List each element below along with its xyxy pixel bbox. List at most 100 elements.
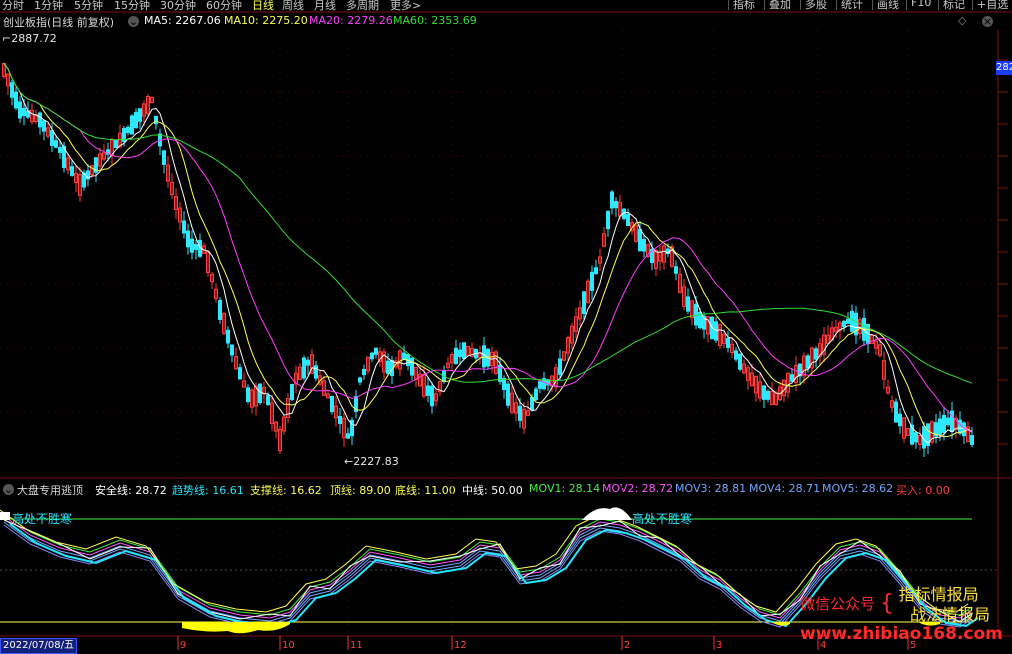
candle-body — [50, 130, 54, 146]
candle-body — [426, 385, 430, 396]
candle-body — [134, 111, 138, 129]
candle-body — [338, 415, 342, 425]
candle-body — [154, 115, 158, 125]
candle-body — [454, 347, 458, 365]
candle-body — [362, 368, 366, 376]
low-price-marker: ←2227.83 — [344, 455, 399, 468]
x-axis-label: 3 — [716, 640, 723, 651]
candle-body — [462, 342, 466, 360]
candle-body — [410, 357, 414, 376]
candle-body — [766, 390, 770, 400]
candle-body — [734, 350, 738, 360]
buy-zone-shape — [182, 622, 290, 634]
candle-body — [762, 385, 766, 400]
candle-body — [606, 210, 610, 230]
candle-body — [894, 401, 898, 423]
candle-body — [114, 139, 118, 149]
signal-label-left: 高处不胜寒 — [12, 512, 73, 526]
candle-body — [738, 353, 742, 370]
candle-body — [58, 147, 62, 153]
candle-body — [358, 377, 362, 383]
candle-body — [386, 360, 390, 375]
candle-body — [914, 432, 918, 443]
candle-body — [674, 266, 678, 274]
candle-body — [10, 82, 14, 98]
candle-body — [594, 267, 598, 275]
candle-body — [238, 367, 242, 380]
candle-body — [306, 359, 310, 366]
candle-body — [22, 107, 26, 117]
candle-body — [482, 345, 486, 368]
candle-body — [162, 150, 166, 165]
candle-body — [638, 228, 642, 252]
candle-body — [302, 357, 306, 379]
candle-body — [970, 435, 974, 445]
candle-body — [942, 414, 946, 434]
brace-icon: { — [879, 591, 894, 616]
candle-body — [946, 417, 950, 426]
candle-body — [850, 310, 854, 332]
ma5-line — [3, 63, 973, 444]
candle-body — [266, 395, 270, 405]
candle-body — [374, 347, 378, 355]
candle-body — [430, 385, 434, 407]
signal-label-right: 高处不胜寒 — [632, 512, 693, 526]
x-axis-label: 12 — [454, 640, 467, 651]
candle-body — [54, 140, 58, 148]
candle-body — [726, 337, 730, 349]
candle-body — [518, 405, 522, 421]
right-axis-price-tag: 282 — [996, 61, 1012, 75]
candle-body — [814, 348, 818, 360]
candle-body — [538, 381, 542, 389]
candle-body — [846, 318, 850, 324]
candle-body — [898, 413, 902, 427]
candle-body — [18, 101, 22, 119]
candlestick-chart[interactable] — [0, 0, 1012, 652]
candle-body — [938, 418, 942, 435]
candle-body — [790, 374, 794, 382]
candle-body — [402, 352, 406, 360]
x-axis-label: 11 — [350, 640, 363, 651]
candle-body — [370, 352, 374, 360]
high-price-marker: ⌐2887.72 — [2, 32, 57, 45]
candle-body — [38, 112, 42, 128]
candle-body — [70, 166, 74, 176]
candle-body — [14, 91, 18, 109]
candle-body — [190, 238, 194, 253]
watermark-line2: 战法情报局 — [910, 605, 991, 624]
candle-body — [330, 395, 334, 413]
signal-top-shape — [0, 512, 10, 520]
candle-body — [582, 291, 586, 314]
candle-body — [534, 388, 538, 401]
candle-body — [258, 383, 262, 404]
candle-body — [42, 120, 46, 132]
candle-body — [842, 320, 846, 328]
candle-body — [246, 387, 250, 402]
candle-body — [314, 365, 318, 379]
candle-body — [458, 349, 462, 358]
candle-body — [218, 300, 222, 320]
candle-body — [506, 383, 510, 406]
candle-body — [610, 191, 614, 209]
candle-body — [186, 230, 190, 248]
candle-body — [230, 344, 234, 356]
arrow-icon: ⌐ — [2, 32, 12, 45]
candle-body — [130, 115, 134, 135]
candle-body — [290, 384, 294, 400]
candle-body — [614, 201, 618, 209]
candle-body — [806, 355, 810, 369]
signal-top-shape — [582, 507, 632, 520]
candle-body — [138, 108, 142, 122]
x-axis-label: 2 — [624, 640, 631, 651]
candle-body — [346, 433, 350, 439]
candle-body — [182, 220, 186, 234]
candle-body — [226, 329, 230, 344]
candle-body — [558, 358, 562, 375]
watermark-url: www.zhibiao168.com — [800, 624, 1003, 644]
arrow-icon: ← — [344, 455, 354, 468]
candle-body — [126, 126, 130, 134]
ma20-line — [3, 63, 973, 433]
candle-body — [958, 419, 962, 434]
candle-body — [626, 213, 630, 227]
candle-body — [642, 239, 646, 252]
